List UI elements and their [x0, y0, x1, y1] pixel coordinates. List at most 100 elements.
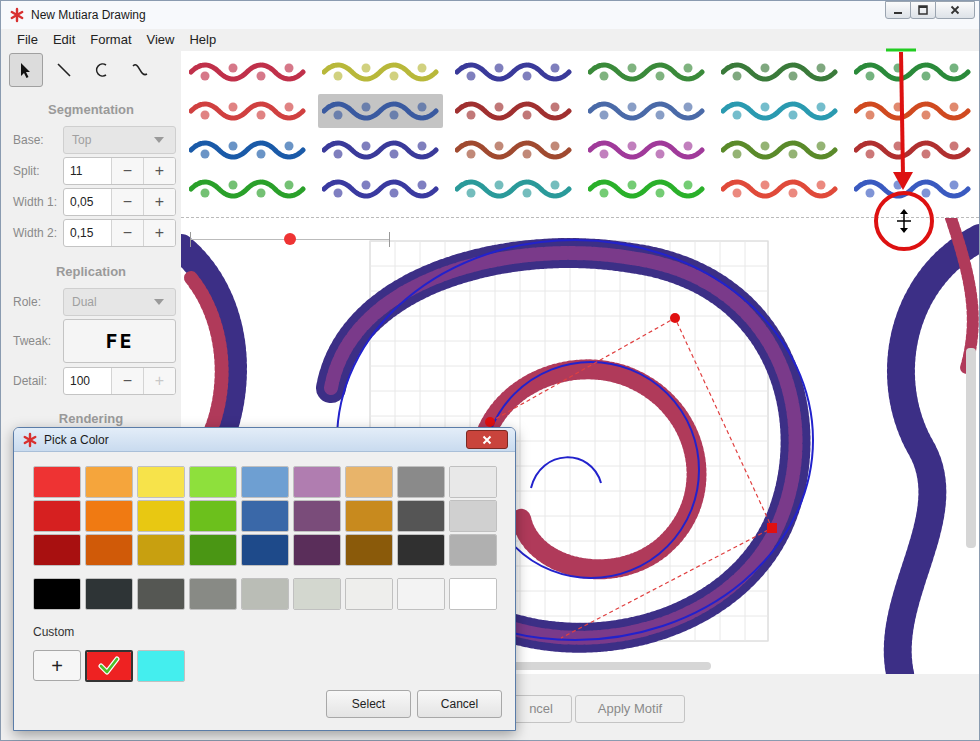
motif-tile[interactable]	[584, 94, 709, 128]
add-color-button[interactable]: +	[33, 650, 81, 681]
color-swatch[interactable]	[85, 650, 133, 682]
color-swatch[interactable]	[33, 466, 81, 498]
color-swatch[interactable]	[33, 500, 81, 532]
color-swatch[interactable]	[345, 534, 393, 566]
tweak-button[interactable]: FE	[63, 319, 176, 363]
color-swatch[interactable]	[241, 578, 289, 610]
motif-tile[interactable]	[717, 55, 842, 89]
motif-tile[interactable]	[584, 55, 709, 89]
motif-tile[interactable]	[850, 55, 975, 89]
motif-tile[interactable]	[318, 55, 443, 89]
spin-value[interactable]: 11	[64, 158, 111, 184]
color-swatch[interactable]	[293, 500, 341, 532]
motif-tile[interactable]	[850, 172, 975, 206]
motif-tile[interactable]	[584, 211, 709, 218]
dialog-button[interactable]: Select	[326, 690, 411, 718]
color-swatch[interactable]	[33, 578, 81, 610]
motif-tile[interactable]	[717, 211, 842, 218]
color-swatch[interactable]	[449, 500, 497, 532]
color-swatch[interactable]	[137, 578, 185, 610]
color-swatch[interactable]	[85, 534, 133, 566]
color-swatch[interactable]	[397, 534, 445, 566]
motif-tile[interactable]	[318, 94, 443, 128]
close-button[interactable]	[935, 1, 975, 19]
color-swatch[interactable]	[345, 578, 393, 610]
motif-tile[interactable]	[318, 172, 443, 206]
color-swatch[interactable]	[137, 650, 185, 682]
motif-tile[interactable]	[451, 94, 576, 128]
motif-tile[interactable]	[185, 94, 310, 128]
menu-item[interactable]: Format	[89, 30, 132, 50]
color-swatch[interactable]	[397, 500, 445, 532]
ruler-handle[interactable]	[284, 233, 296, 245]
color-swatch[interactable]	[189, 500, 237, 532]
motif-tile[interactable]	[850, 133, 975, 167]
decrement-button[interactable]: −	[111, 368, 143, 394]
color-swatch[interactable]	[241, 466, 289, 498]
spin-value[interactable]: 0,15	[64, 220, 111, 246]
color-swatch[interactable]	[189, 578, 237, 610]
color-swatch[interactable]	[189, 534, 237, 566]
motif-tile[interactable]	[850, 94, 975, 128]
motif-tile[interactable]	[717, 94, 842, 128]
color-swatch[interactable]	[345, 500, 393, 532]
motif-tile[interactable]	[850, 211, 975, 218]
motif-tile[interactable]	[318, 133, 443, 167]
color-swatch[interactable]	[137, 466, 185, 498]
color-swatch[interactable]	[85, 500, 133, 532]
color-swatch[interactable]	[293, 578, 341, 610]
increment-button[interactable]: +	[143, 189, 175, 215]
dialog-close-button[interactable]	[466, 430, 508, 449]
color-swatch[interactable]	[137, 534, 185, 566]
menu-item[interactable]: View	[146, 30, 176, 50]
motif-tile[interactable]	[185, 211, 310, 218]
motif-tile[interactable]	[318, 211, 443, 218]
color-swatch[interactable]	[449, 578, 497, 610]
motif-tile[interactable]	[717, 172, 842, 206]
motif-tile[interactable]	[185, 55, 310, 89]
color-swatch[interactable]	[293, 534, 341, 566]
menu-item[interactable]: File	[16, 30, 39, 50]
motif-tile[interactable]	[717, 133, 842, 167]
decrement-button[interactable]: −	[111, 189, 143, 215]
color-swatch[interactable]	[345, 466, 393, 498]
spin-value[interactable]: 0,05	[64, 189, 111, 215]
color-swatch[interactable]	[85, 466, 133, 498]
color-swatch[interactable]	[241, 500, 289, 532]
color-swatch[interactable]	[241, 534, 289, 566]
maximize-icon	[918, 5, 928, 15]
motif-tile[interactable]	[451, 55, 576, 89]
color-swatch[interactable]	[137, 500, 185, 532]
motif-tile[interactable]	[185, 133, 310, 167]
increment-button[interactable]: +	[143, 220, 175, 246]
color-swatch[interactable]	[449, 466, 497, 498]
tool-button[interactable]	[47, 53, 81, 87]
motif-tile[interactable]	[451, 211, 576, 218]
app-logo-icon	[22, 432, 38, 448]
motif-tile[interactable]	[584, 172, 709, 206]
tool-button[interactable]	[9, 53, 43, 87]
menu-item[interactable]: Help	[188, 30, 217, 50]
color-swatch[interactable]	[293, 466, 341, 498]
motif-tile[interactable]	[584, 133, 709, 167]
color-swatch[interactable]	[397, 578, 445, 610]
motif-tile[interactable]	[451, 172, 576, 206]
spin-value[interactable]: 100	[64, 368, 111, 394]
maximize-button[interactable]	[910, 1, 936, 19]
menu-item[interactable]: Edit	[52, 30, 76, 50]
tool-button[interactable]	[85, 53, 119, 87]
increment-button[interactable]: +	[143, 158, 175, 184]
color-swatch[interactable]	[397, 466, 445, 498]
minimize-button[interactable]	[885, 1, 911, 19]
color-swatch[interactable]	[85, 578, 133, 610]
color-swatch[interactable]	[189, 466, 237, 498]
color-swatch[interactable]	[33, 534, 81, 566]
dialog-button[interactable]: Cancel	[417, 690, 502, 718]
decrement-button[interactable]: −	[111, 158, 143, 184]
color-swatch[interactable]	[449, 534, 497, 566]
decrement-button[interactable]: −	[111, 220, 143, 246]
motif-pattern-icon	[721, 97, 839, 125]
motif-tile[interactable]	[451, 133, 576, 167]
motif-tile[interactable]	[185, 172, 310, 206]
tool-button[interactable]	[123, 53, 157, 87]
